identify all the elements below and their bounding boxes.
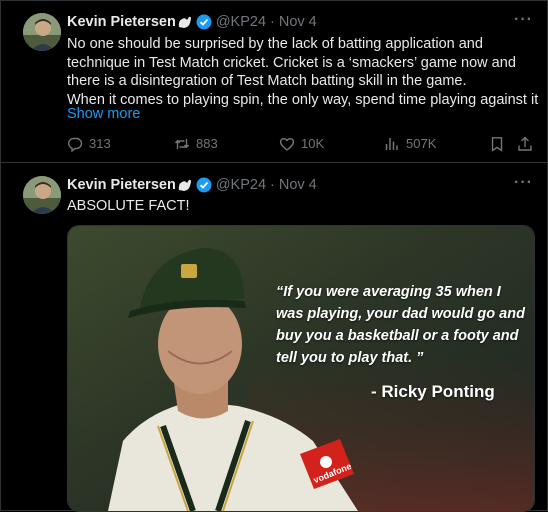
share-icon (518, 136, 532, 151)
bookmark-icon (491, 137, 503, 152)
flexed-biceps-emoji-icon (178, 179, 191, 191)
author-handle[interactable]: @KP24 (216, 177, 266, 193)
repost-count: 883 (196, 136, 218, 151)
views-button[interactable]: 507K (384, 136, 436, 152)
like-button[interactable]: 10K (279, 136, 324, 152)
repost-icon (174, 139, 190, 149)
tweet-header: Kevin Pietersen @KP24 · Nov 4 (67, 177, 317, 193)
tweet-actions: 313 883 10K 507K (67, 136, 535, 154)
tweet-date[interactable]: · Nov 4 (270, 14, 317, 30)
repost-button[interactable]: 883 (174, 136, 218, 152)
avatar[interactable] (23, 13, 61, 51)
quote-attribution: - Ricky Ponting (371, 382, 495, 401)
verified-badge-icon (196, 177, 212, 193)
view-count: 507K (406, 136, 437, 151)
quote-text: “If you were averaging 35 when I was pla… (276, 281, 526, 369)
reply-icon (68, 137, 83, 152)
avatar[interactable] (23, 176, 61, 214)
views-chart-icon (385, 138, 398, 150)
share-button[interactable] (517, 136, 539, 152)
quote-line: “If you were averaging 35 when I (276, 284, 501, 300)
more-horizontal-icon[interactable]: ··· (514, 11, 533, 29)
tweet-text-line: there is a disintegration of Test Match … (67, 73, 467, 89)
tweet-text: ABSOLUTE FACT! (67, 197, 537, 216)
bookmark-button[interactable] (489, 136, 511, 152)
tweet-text-line: ABSOLUTE FACT! (67, 198, 190, 214)
tweet-text-line: technique in Test Match cricket. Cricket… (67, 54, 516, 71)
tweet-date[interactable]: · Nov 4 (270, 177, 317, 193)
tweet-text: No one should be surprised by the lack o… (67, 35, 538, 109)
more-horizontal-icon[interactable]: ··· (514, 174, 533, 192)
author-name[interactable]: Kevin Pietersen (67, 177, 176, 193)
quote-line: was playing, your dad would go and (276, 306, 525, 322)
timeline: Kevin Pietersen @KP24 · Nov 4 ··· No one… (0, 0, 548, 512)
quote-line: buy you a basketball or a footy and (276, 328, 519, 344)
tweet-text-line: No one should be surprised by the lack o… (67, 36, 483, 52)
flexed-biceps-emoji-icon (178, 16, 191, 28)
quote-line: tell you to play that. ” (276, 350, 424, 366)
like-count: 10K (301, 136, 325, 151)
tweet-header: Kevin Pietersen @KP24 · Nov 4 (67, 14, 317, 30)
verified-badge-icon (196, 14, 212, 30)
tweet-image[interactable]: “If you were averaging 35 when I was pla… (67, 225, 535, 512)
reply-button[interactable]: 313 (67, 136, 111, 152)
tweet[interactable]: Kevin Pietersen @KP24 · Nov 4 ··· ABSOLU… (1, 163, 547, 512)
heart-icon (279, 138, 295, 151)
author-name[interactable]: Kevin Pietersen (67, 14, 176, 30)
reply-count: 313 (89, 136, 111, 151)
tweet[interactable]: Kevin Pietersen @KP24 · Nov 4 ··· No one… (1, 1, 547, 163)
show-more-link[interactable]: Show more (67, 106, 140, 122)
author-handle[interactable]: @KP24 (216, 14, 266, 30)
